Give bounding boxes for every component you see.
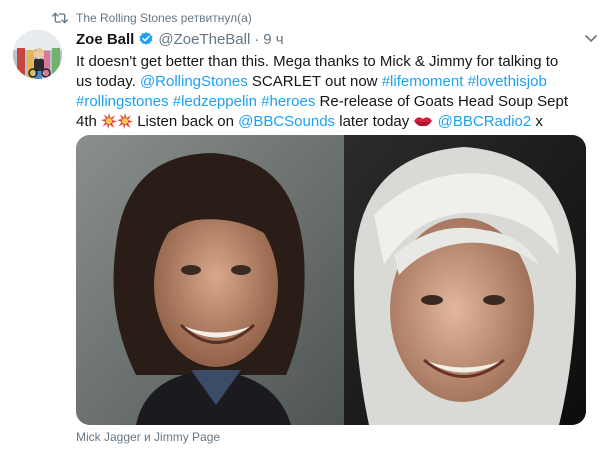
- collision-emoji-icon: [117, 113, 134, 129]
- text-segment: Listen back on: [133, 113, 239, 130]
- retweeted-by-label[interactable]: The Rolling Stones ретвитнул(а): [76, 11, 252, 25]
- mention-rollingstones-link[interactable]: @RollingStones: [140, 73, 248, 90]
- media-image[interactable]: [76, 135, 586, 425]
- media-caption: Mick Jagger и Jimmy Page: [76, 430, 221, 444]
- mention-bbcradio2-link[interactable]: @BBCRadio2: [438, 113, 532, 130]
- text-segment: x: [531, 113, 543, 130]
- author-name[interactable]: Zoe Ball: [76, 31, 134, 48]
- tweet-text-line: It doesn't get better than this. Mega th…: [76, 52, 591, 72]
- text-segment: It doesn't get better than this. Mega th…: [76, 53, 559, 70]
- tweet-text: It doesn't get better than this. Mega th…: [76, 52, 591, 132]
- mention-bbcsounds-link[interactable]: @BBCSounds: [238, 113, 335, 130]
- hashtag-heroes-link[interactable]: #heroes: [261, 93, 315, 110]
- tweet-timestamp[interactable]: 9 ч: [263, 31, 283, 48]
- verified-badge-icon: [139, 32, 153, 45]
- hashtag-lifemoment-link[interactable]: #lifemoment: [382, 73, 464, 90]
- text-segment: us today.: [76, 73, 140, 90]
- hashtag-rollingstones-link[interactable]: #rollingstones: [76, 93, 169, 110]
- author-handle[interactable]: @ZoeTheBall: [158, 31, 250, 48]
- text-segment: later today: [335, 113, 414, 130]
- text-segment: 4th: [76, 113, 102, 130]
- kiss-mark-emoji-icon: [414, 117, 433, 127]
- retweet-icon: [52, 12, 68, 24]
- tweet-text-line: 4th Listen back on @BBCSounds later toda…: [76, 112, 591, 132]
- tweet-header: Zoe Ball @ZoeTheBall · 9 ч: [76, 29, 284, 49]
- photo-mick-jagger[interactable]: [76, 135, 344, 425]
- header-separator: ·: [254, 30, 260, 48]
- text-segment: Re-release of Goats Head Soup Sept: [315, 93, 569, 110]
- tweet-text-line: us today. @RollingStones SCARLET out now…: [76, 72, 591, 92]
- chevron-down-icon[interactable]: [584, 31, 598, 45]
- retweet-context: The Rolling Stones ретвитнул(а): [52, 9, 252, 27]
- text-segment: SCARLET out now: [247, 73, 382, 90]
- hashtag-ledzeppelin-link[interactable]: #ledzeppelin: [173, 93, 257, 110]
- collision-emoji-icon: [101, 113, 118, 129]
- tweet-text-line: #rollingstones #ledzeppelin #heroes Re-r…: [76, 92, 591, 112]
- photo-jimmy-page[interactable]: [344, 135, 586, 425]
- hashtag-lovethisjob-link[interactable]: #lovethisjob: [468, 73, 547, 90]
- avatar[interactable]: [13, 30, 62, 79]
